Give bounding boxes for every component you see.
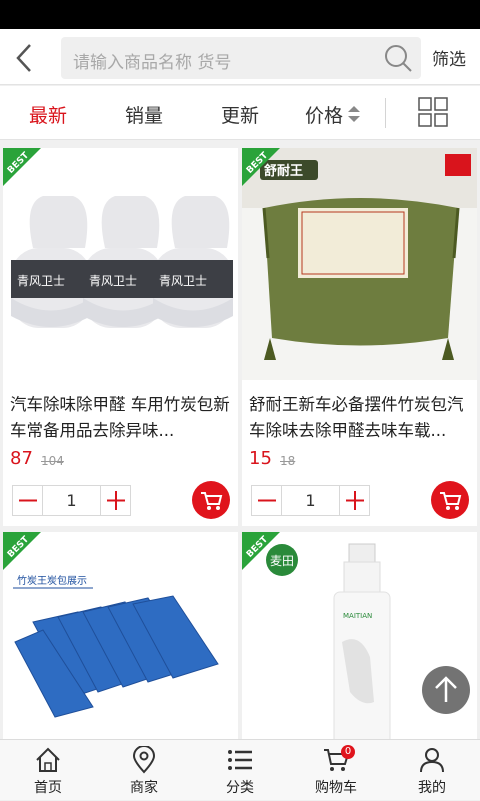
search-icon[interactable] bbox=[383, 43, 413, 73]
filter-button[interactable]: 筛选 bbox=[432, 45, 466, 70]
cart-icon bbox=[440, 492, 462, 510]
home-icon bbox=[36, 747, 60, 772]
tab-updated[interactable]: 更新 bbox=[221, 101, 259, 128]
product-card[interactable]: 青风卫士 青风卫士 青风卫士 BEST 汽车除味除甲醛 车用竹炭包新车常备用品去… bbox=[3, 148, 238, 526]
increase-button[interactable] bbox=[100, 486, 130, 515]
quantity-value[interactable]: 1 bbox=[282, 491, 339, 510]
tab-price[interactable]: 价格 bbox=[305, 101, 343, 128]
image-brand-text: 青风卫士 bbox=[17, 274, 65, 288]
svg-text:青风卫士: 青风卫士 bbox=[159, 274, 207, 288]
quantity-value[interactable]: 1 bbox=[43, 491, 100, 510]
best-badge: BEST bbox=[242, 532, 280, 570]
plus-icon bbox=[346, 491, 364, 510]
tab-home[interactable]: 首页 bbox=[0, 740, 96, 801]
back-button[interactable] bbox=[8, 35, 48, 79]
best-badge: BEST bbox=[3, 532, 41, 570]
cart-icon bbox=[201, 492, 223, 510]
product-title[interactable]: 汽车除味除甲醛 车用竹炭包新车常备用品去除异味... bbox=[10, 392, 234, 444]
list-icon bbox=[228, 750, 252, 770]
sort-arrows-icon bbox=[348, 106, 360, 122]
product-old-price: 104 bbox=[41, 454, 64, 468]
back-to-top-button[interactable] bbox=[422, 666, 470, 714]
tab-mine[interactable]: 我的 bbox=[384, 740, 480, 801]
image-caption: 竹炭王炭包展示 bbox=[17, 574, 87, 587]
best-badge: BEST bbox=[242, 148, 280, 186]
product-price: 15 bbox=[249, 448, 272, 469]
add-to-cart-button[interactable] bbox=[431, 481, 469, 519]
tab-cart-label: 购物车 bbox=[315, 780, 357, 796]
product-card[interactable]: 竹炭王炭包展示 BEST bbox=[3, 532, 238, 742]
product-title[interactable]: 舒耐王新车必备摆件竹炭包汽车除味去除甲醛去味车载... bbox=[249, 392, 473, 444]
search-input[interactable]: 请输入商品名称 货号 bbox=[61, 37, 421, 79]
decrease-button[interactable] bbox=[252, 486, 282, 515]
tab-merchant-label: 商家 bbox=[130, 780, 158, 796]
plus-icon bbox=[107, 491, 125, 510]
user-icon bbox=[420, 748, 444, 773]
tab-category-label: 分类 bbox=[226, 780, 254, 796]
add-to-cart-button[interactable] bbox=[192, 481, 230, 519]
tab-newest[interactable]: 最新 bbox=[29, 101, 67, 128]
chevron-left-icon bbox=[16, 44, 31, 72]
quantity-stepper: 1 bbox=[251, 485, 370, 516]
minus-icon bbox=[258, 499, 276, 502]
status-bar bbox=[0, 0, 480, 29]
search-placeholder: 请输入商品名称 货号 bbox=[73, 53, 232, 73]
product-old-price: 18 bbox=[280, 454, 296, 468]
cart-count-badge: 0 bbox=[341, 745, 355, 759]
arrow-up-icon bbox=[435, 676, 457, 702]
increase-button[interactable] bbox=[339, 486, 369, 515]
decrease-button[interactable] bbox=[13, 486, 43, 515]
tab-mine-label: 我的 bbox=[418, 780, 446, 796]
location-pin-icon bbox=[132, 746, 156, 774]
product-price: 87 bbox=[10, 448, 33, 469]
tab-merchant[interactable]: 商家 bbox=[96, 740, 192, 801]
top-header: 请输入商品名称 货号 筛选 bbox=[0, 29, 480, 85]
divider bbox=[385, 98, 386, 128]
bottom-tab-bar: 首页 商家 分类 0 购物车 我的 bbox=[0, 739, 480, 800]
grid-view-icon[interactable] bbox=[418, 97, 448, 127]
svg-text:青风卫士: 青风卫士 bbox=[89, 274, 137, 288]
tab-home-label: 首页 bbox=[34, 780, 62, 796]
image-subtext: MAITIAN bbox=[343, 612, 372, 620]
tab-cart[interactable]: 0 购物车 bbox=[288, 740, 384, 801]
sort-bar: 最新 销量 更新 价格 bbox=[0, 86, 480, 140]
quantity-stepper: 1 bbox=[12, 485, 131, 516]
best-badge: BEST bbox=[3, 148, 41, 186]
product-card[interactable]: 舒耐王 BEST 舒耐王新车必备摆件竹炭包汽车除味去除甲醛去味车载... 15 … bbox=[242, 148, 477, 526]
tab-category[interactable]: 分类 bbox=[192, 740, 288, 801]
tab-sales[interactable]: 销量 bbox=[125, 101, 163, 128]
minus-icon bbox=[19, 499, 37, 502]
